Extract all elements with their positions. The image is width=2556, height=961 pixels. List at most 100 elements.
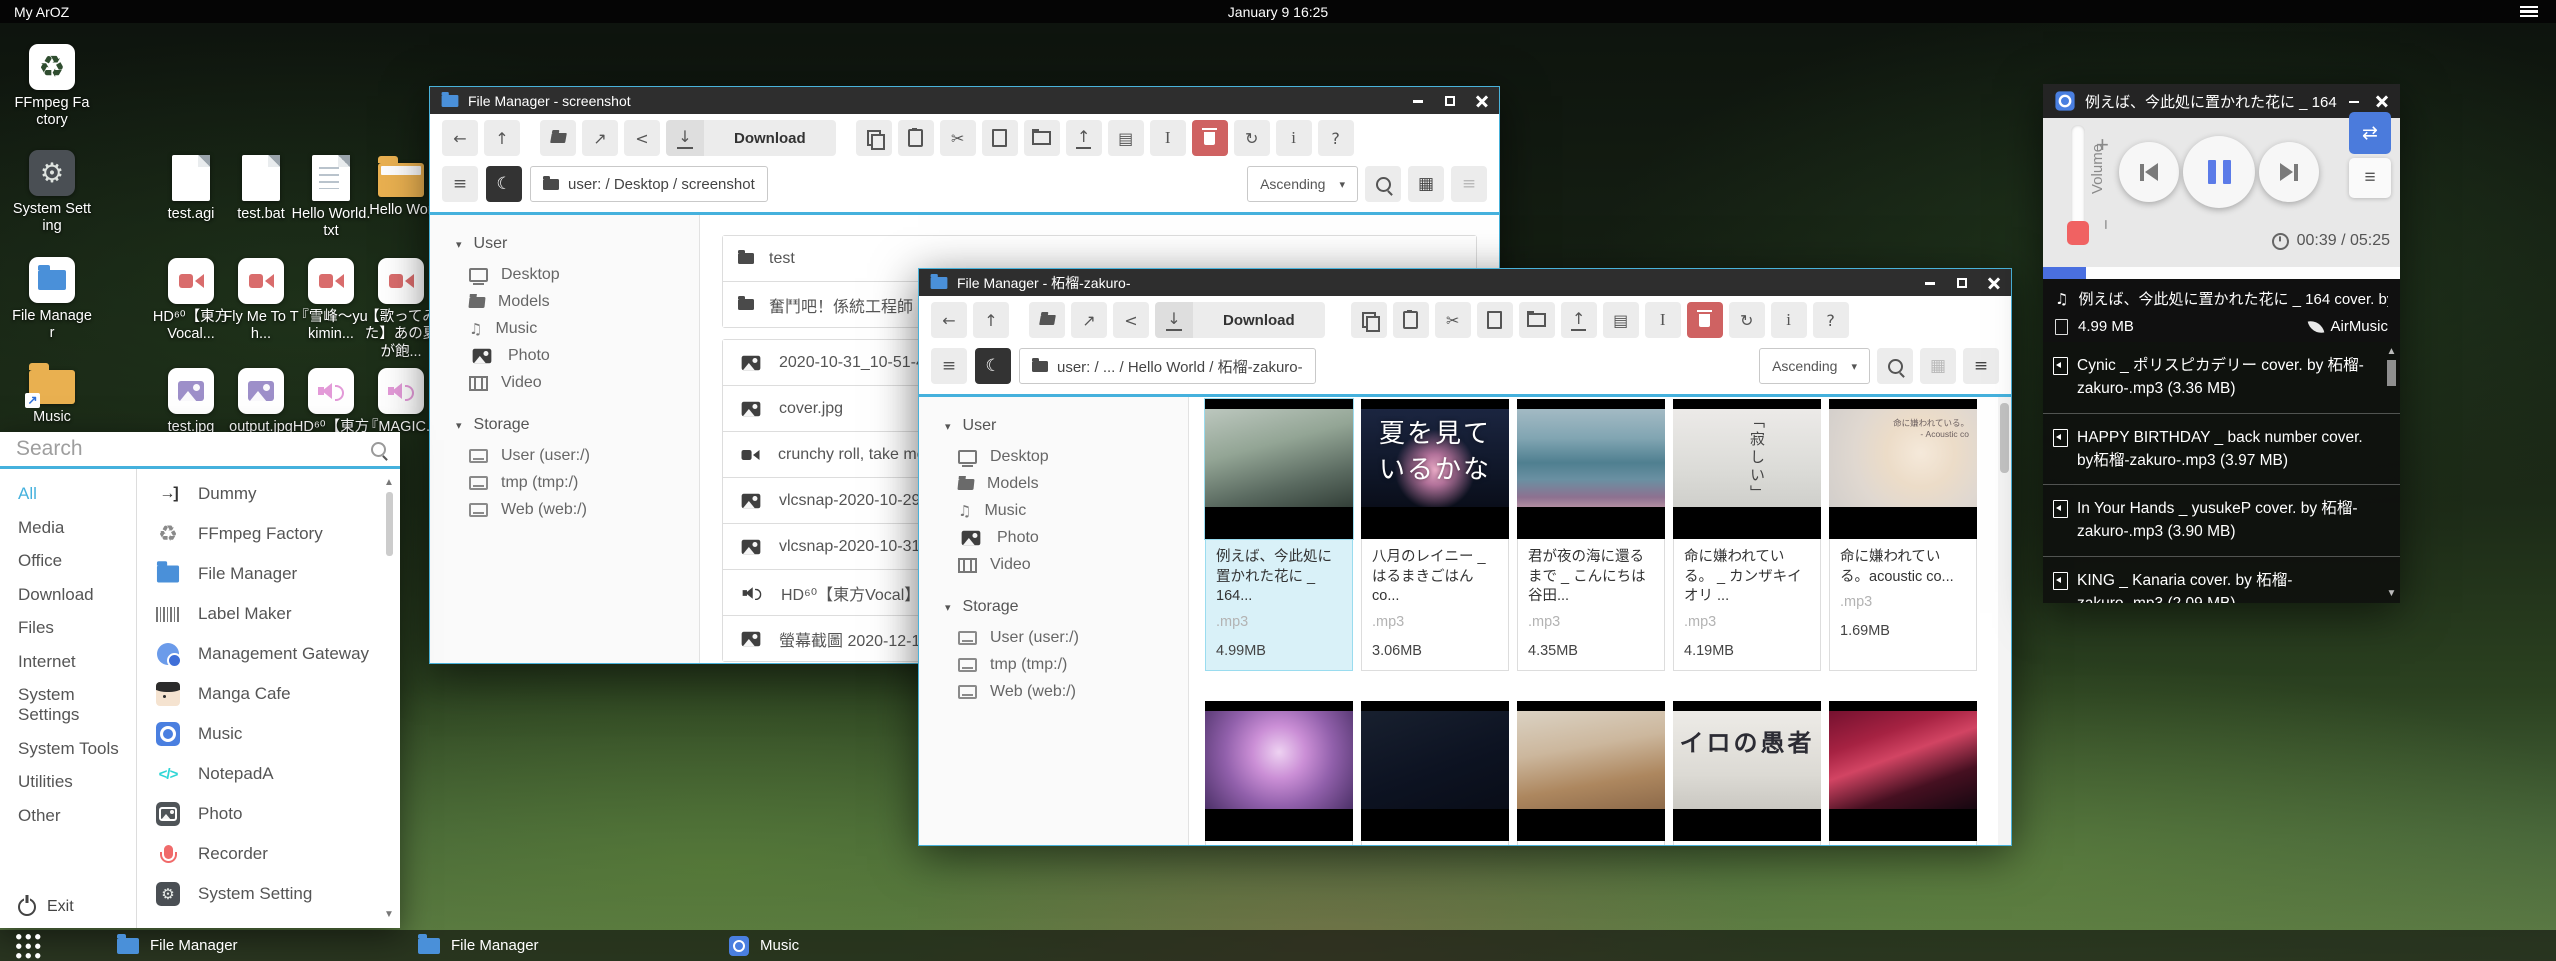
sidebar-item-models[interactable]: Models (469, 294, 699, 310)
upload-button[interactable]: ↑ (1066, 120, 1102, 156)
rename-button[interactable]: I (1150, 120, 1186, 156)
app-item-system-setting[interactable]: ⚙System Setting (155, 882, 378, 906)
close-button[interactable] (1988, 277, 2000, 289)
app-item-file-manager[interactable]: File Manager (155, 562, 378, 586)
previous-button[interactable] (2119, 142, 2179, 202)
sidebar-item-video[interactable]: Video (469, 375, 699, 391)
sidebar-toggle-button[interactable]: ≡ (931, 348, 967, 384)
new-file-button[interactable] (982, 120, 1018, 156)
archive-button[interactable]: ▤ (1603, 302, 1639, 338)
exit-button[interactable]: Exit (18, 898, 136, 916)
delete-button[interactable] (1687, 302, 1723, 338)
sidebar-item-video[interactable]: Video (958, 557, 1188, 573)
app-item-management-gateway[interactable]: Management Gateway (155, 642, 378, 666)
app-launcher-icon[interactable] (15, 933, 41, 959)
progress-bar[interactable] (2043, 267, 2400, 279)
refresh-button[interactable]: ↻ (1729, 302, 1765, 338)
title-bar[interactable]: File Manager - screenshot (430, 87, 1499, 114)
share-button[interactable]: < (624, 120, 660, 156)
sidebar-item-user-drive[interactable]: User (user:/) (469, 448, 699, 464)
sidebar-item-music[interactable]: ♫Music (958, 503, 1188, 519)
dark-mode-button[interactable]: ☾ (975, 348, 1011, 384)
playlist-item[interactable]: Cynic _ ポリスピカデリー cover. by 柘榴-zakuro-.mp… (2043, 342, 2400, 414)
sort-select[interactable]: Ascending▾ (1759, 348, 1870, 384)
delete-button[interactable] (1192, 120, 1228, 156)
sort-select[interactable]: Ascending▾ (1247, 166, 1358, 202)
app-item-notepada[interactable]: </>NotepadA (155, 762, 378, 786)
sidebar-item-photo[interactable]: Photo (469, 348, 699, 364)
breadcrumb[interactable]: user: / ... / Hello World / 柘榴-zakuro- (1019, 348, 1316, 384)
brand-label[interactable]: My ArOZ (14, 4, 69, 20)
open-button[interactable] (1029, 302, 1065, 338)
audio-tile[interactable]: 夢と葉桜 _ 青木月 (1517, 701, 1665, 845)
upload-button[interactable]: ↑ (1561, 302, 1597, 338)
audio-tile[interactable]: 君が夜の海に還るまで _ こんにちは谷田....mp34.35MB (1517, 399, 1665, 671)
audio-tile[interactable]: 「寂しい」 命に嫌われている。 _ カンザキイオリ ....mp34.19MB (1673, 399, 1821, 671)
grid-view-button[interactable]: ▦ (1408, 166, 1444, 202)
app-item-dummy[interactable]: →]Dummy (155, 482, 378, 506)
category-utilities[interactable]: Utilities (18, 772, 136, 792)
share-button[interactable]: < (1113, 302, 1149, 338)
playlist-item[interactable]: HAPPY BIRTHDAY _ back number cover. by柘榴… (2043, 414, 2400, 486)
taskbar-item-file-manager-2[interactable]: File Manager (418, 930, 539, 961)
minimize-button[interactable] (1412, 95, 1424, 107)
taskbar-item-file-manager-1[interactable]: File Manager (117, 930, 238, 961)
sidebar-item-user-drive[interactable]: User (user:/) (958, 630, 1188, 646)
scrollbar[interactable] (1998, 397, 2011, 845)
app-item-recorder[interactable]: Recorder (155, 842, 378, 866)
category-office[interactable]: Office (18, 551, 136, 571)
scrollbar[interactable]: ▲ ▼ (2385, 346, 2398, 599)
breadcrumb[interactable]: user: / Desktop / screenshot (530, 166, 768, 202)
repeat-button[interactable]: ⇄ (2349, 112, 2391, 154)
sidebar-section-storage[interactable]: ▾Storage (456, 416, 699, 434)
list-view-button[interactable]: ≡ (1963, 348, 1999, 384)
playlist-menu-button[interactable]: ≡ (2349, 158, 2391, 198)
grid-view-button[interactable]: ▦ (1920, 348, 1956, 384)
category-media[interactable]: Media (18, 518, 136, 538)
help-button[interactable]: ? (1813, 302, 1849, 338)
desktop-icon-ffmpeg-factory[interactable]: ♻ FFmpeg Factory (4, 44, 100, 130)
menu-icon[interactable] (2520, 6, 2538, 17)
scrollbar[interactable]: ▲ ▼ (383, 477, 395, 920)
minimize-button[interactable] (1924, 277, 1936, 289)
desktop-icon-file-manager[interactable]: File Manager (4, 257, 100, 343)
category-download[interactable]: Download (18, 585, 136, 605)
volume-handle[interactable] (2067, 221, 2089, 245)
sidebar-item-models[interactable]: Models (958, 476, 1188, 492)
category-system-tools[interactable]: System Tools (18, 739, 136, 759)
sidebar-toggle-button[interactable]: ≡ (442, 166, 478, 202)
back-button[interactable]: ← (931, 302, 967, 338)
sidebar-section-user[interactable]: ▾User (456, 235, 699, 253)
open-external-button[interactable]: ↗ (1071, 302, 1107, 338)
sidebar-section-user[interactable]: ▾User (945, 417, 1188, 435)
cut-button[interactable]: ✂ (940, 120, 976, 156)
open-external-button[interactable]: ↗ (582, 120, 618, 156)
sidebar-item-tmp-drive[interactable]: tmp (tmp:/) (958, 657, 1188, 673)
help-button[interactable]: ? (1318, 120, 1354, 156)
category-other[interactable]: Other (18, 806, 136, 826)
copy-button[interactable] (856, 120, 892, 156)
maximize-button[interactable] (1444, 95, 1456, 107)
audio-tile[interactable]: イロの愚者 忘却感傷代償連明 (1673, 701, 1821, 845)
app-item-photo[interactable]: Photo (155, 802, 378, 826)
audio-tile[interactable]: 四季折々に揺蕩い (1205, 701, 1353, 845)
back-button[interactable]: ← (442, 120, 478, 156)
next-button[interactable] (2259, 142, 2319, 202)
volume-slider[interactable] (2071, 125, 2085, 243)
audio-tile[interactable]: 吉 _ HarryP cover (1361, 701, 1509, 845)
scroll-up-icon[interactable]: ▲ (2387, 346, 2397, 357)
title-bar[interactable]: 例えば、今此処に置かれた花に _ 164 c… (2043, 84, 2400, 118)
copy-button[interactable] (1351, 302, 1387, 338)
minimize-button[interactable] (2348, 95, 2360, 107)
category-all[interactable]: All (18, 484, 136, 504)
search-input[interactable] (14, 436, 361, 462)
new-file-button[interactable] (1477, 302, 1513, 338)
new-folder-button[interactable] (1024, 120, 1060, 156)
close-button[interactable] (2376, 95, 2388, 107)
desktop-icon-system-setting[interactable]: ⚙ System Setting (4, 150, 100, 236)
playlist-item[interactable]: In Your Hands _ yusukeP cover. by 柘榴-zak… (2043, 485, 2400, 557)
sidebar-item-music[interactable]: ♫Music (469, 321, 699, 337)
app-item-music[interactable]: Music (155, 722, 378, 746)
search-button[interactable] (1365, 166, 1401, 202)
app-item-label-maker[interactable]: Label Maker (155, 602, 378, 626)
